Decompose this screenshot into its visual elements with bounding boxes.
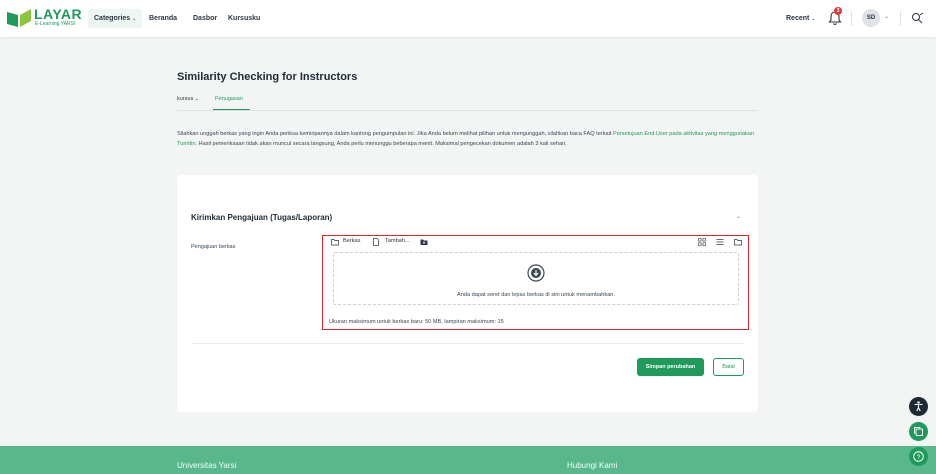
accessibility-button[interactable]: [909, 397, 928, 416]
recent-label: Recent: [786, 15, 810, 22]
max-upload-info: Ukuran maksimum untuk berkas baru: 50 MB…: [329, 319, 504, 325]
footer-contact-heading: Hubungi Kami: [567, 461, 618, 470]
collapse-chevron-icon[interactable]: ⌄: [736, 213, 741, 220]
add-file-button[interactable]: Tambah...: [385, 238, 410, 244]
folder-icon: [331, 239, 339, 246]
recent-menu[interactable]: Recent ⌄: [786, 9, 816, 29]
tab-kursus-label: kursus: [177, 96, 194, 102]
tab-penugasan[interactable]: Penugasan: [215, 96, 243, 102]
chevron-down-icon: ⌄: [884, 14, 890, 20]
chevron-down-icon: ⌄: [811, 16, 816, 22]
footer: [0, 446, 936, 474]
download-arrow-icon: [527, 264, 545, 282]
files-breadcrumb[interactable]: Berkas: [343, 238, 360, 244]
accessibility-icon: [914, 401, 923, 412]
nav-divider: [900, 11, 901, 26]
copy-icon: [914, 427, 923, 436]
instructions-text: Silahkan unggah berkas yang ingin Anda p…: [177, 130, 757, 149]
categories-menu[interactable]: Categories ⌄: [88, 9, 143, 28]
avatar: SD: [862, 9, 880, 27]
file-submission-label: Pengajuan berkas: [191, 244, 236, 250]
site-logo[interactable]: LAYAR E-Learning YARSI: [7, 7, 82, 29]
footer-university: Universitas Yarsi: [177, 461, 237, 470]
share-button[interactable]: [909, 422, 928, 441]
accessibility-settings-icon[interactable]: [910, 10, 926, 26]
chevron-down-icon: ⌄: [132, 16, 137, 22]
instructions-part-1: Silahkan unggah berkas yang ingin Anda p…: [177, 131, 613, 137]
svg-text:?: ?: [917, 454, 921, 461]
page-title: Similarity Checking for Instructors: [177, 71, 358, 83]
chevron-down-icon: ⌄: [194, 96, 199, 102]
save-changes-button[interactable]: Simpan perubahan: [637, 358, 704, 376]
folder-view-icon[interactable]: [734, 238, 742, 246]
list-view-icon[interactable]: [716, 238, 724, 246]
nav-divider: [851, 11, 852, 26]
tab-kursus[interactable]: kursus ⌄: [177, 96, 199, 102]
dropzone-hint: Anda dapat seret dan lepas berkas di sin…: [457, 292, 615, 298]
section-title: Kirimkan Pengajuan (Tugas/Laporan): [191, 213, 333, 222]
notification-count-badge: 3: [834, 7, 842, 15]
tab-divider: [177, 110, 758, 111]
logo-tagline: E-Learning YARSI: [35, 21, 76, 27]
file-icon: [373, 238, 379, 246]
nav-link-kursusku[interactable]: Kursusku: [228, 9, 260, 28]
logo-wordmark: LAYAR: [34, 6, 83, 22]
nav-link-beranda[interactable]: Beranda: [149, 9, 177, 28]
help-button[interactable]: ?: [909, 447, 928, 466]
create-folder-icon[interactable]: [420, 238, 428, 246]
cancel-button[interactable]: Batal: [713, 358, 744, 376]
categories-label: Categories: [94, 15, 131, 22]
user-menu[interactable]: SD ⌄: [859, 7, 894, 29]
instructions-part-2: . Hasil pemeriksaan tidak akan muncul se…: [195, 140, 567, 147]
card-divider: [191, 343, 744, 344]
question-mark-icon: ?: [913, 451, 924, 462]
nav-link-dasbor[interactable]: Dasbor: [193, 9, 217, 28]
grid-view-icon[interactable]: [698, 238, 706, 246]
book-logo-icon: [7, 9, 31, 27]
